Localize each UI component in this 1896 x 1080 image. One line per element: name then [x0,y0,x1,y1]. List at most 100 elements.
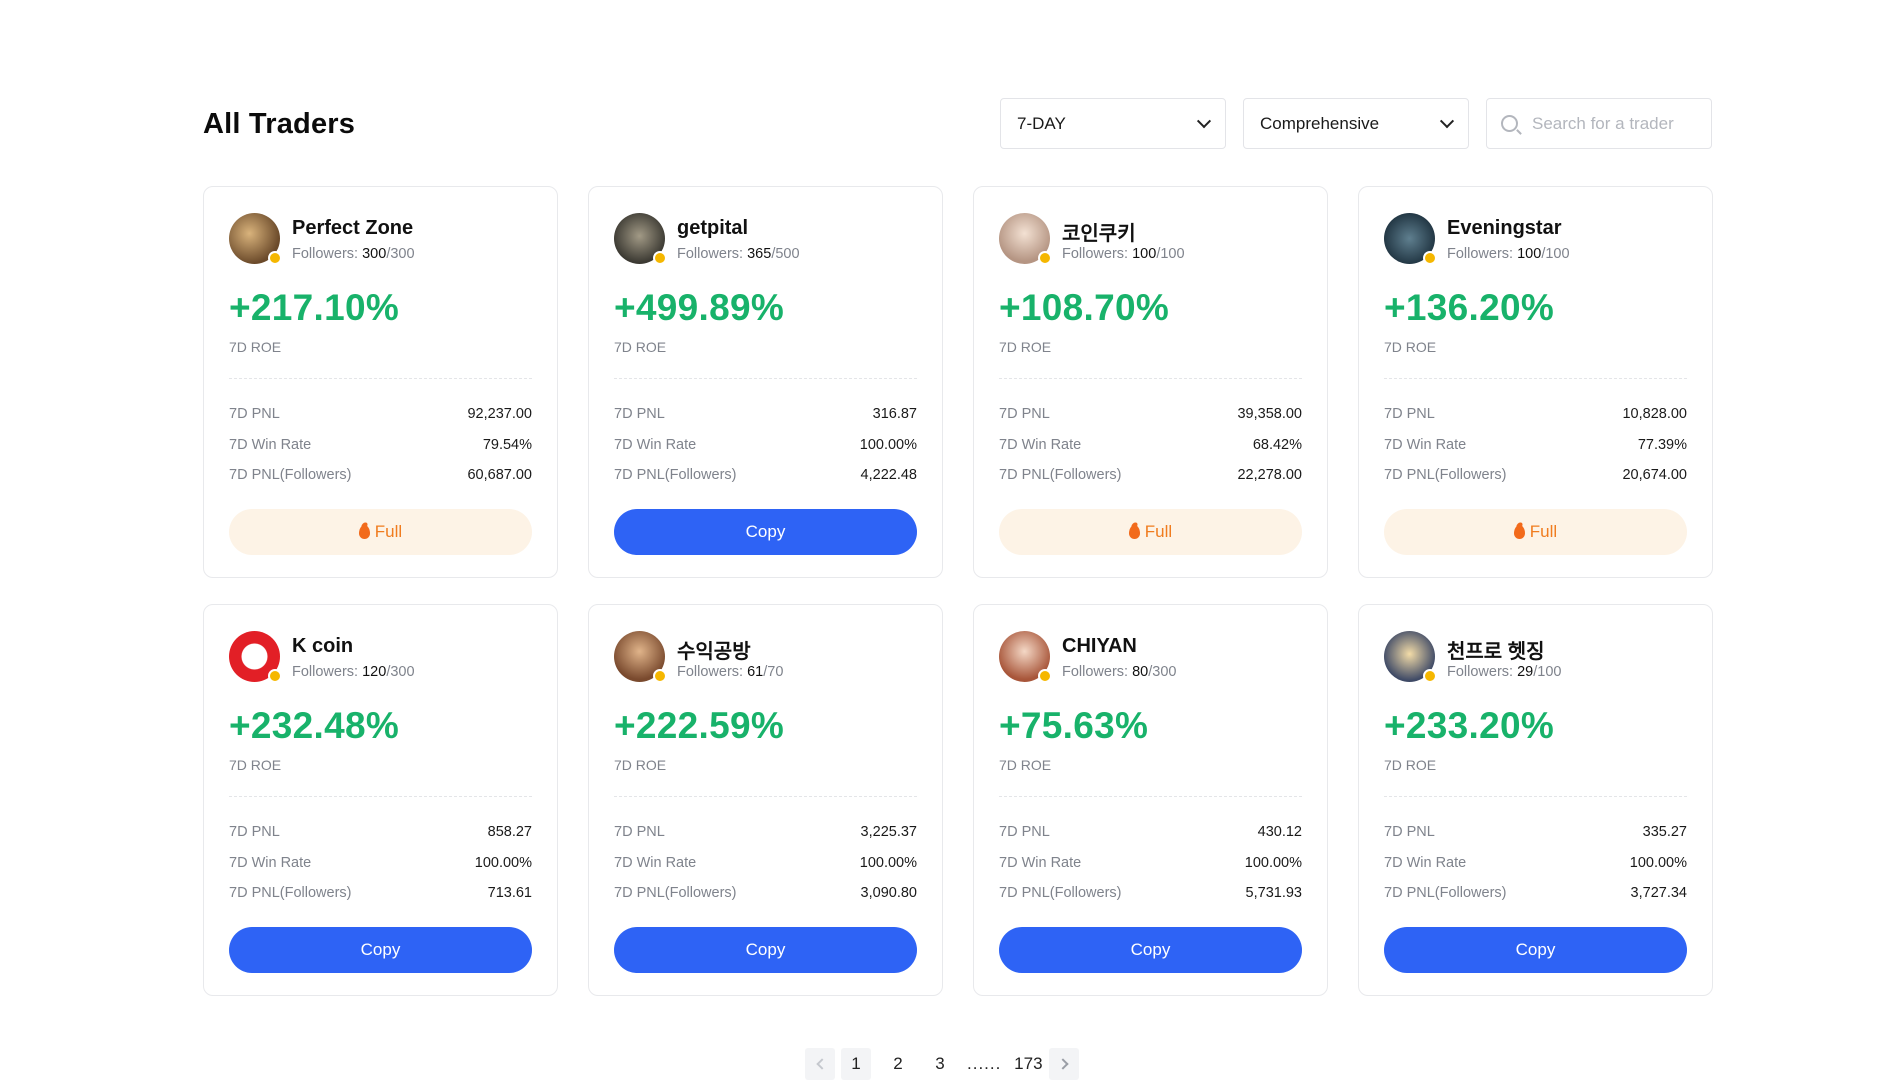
stats-list: 7D PNL 10,828.00 7D Win Rate 77.39% 7D PNL… [1384,399,1687,491]
page-last-button[interactable]: 173 [1013,1048,1043,1080]
followers-label: Followers: [1062,246,1133,262]
stat-label: 7D PNL [614,824,665,841]
stat-label: 7D PNL [614,406,665,423]
trader-card[interactable]: getpital Followers: 365/500 +499.89% 7D … [588,186,943,578]
search-input[interactable]: Search for a trader [1486,98,1712,149]
stat-label: 7D PNL(Followers) [1384,467,1507,484]
period-select-value: 7-DAY [1017,113,1066,133]
header: All Traders 7-DAY Comprehensive Search f… [203,98,1712,150]
avatar[interactable] [614,631,667,683]
avatar[interactable] [999,631,1052,683]
roe-value: +136.20% [1384,287,1555,328]
pagination-ellipsis: ...... [967,1054,1002,1073]
trader-card[interactable]: Perfect Zone Followers: 300/300 +217.10%… [203,186,558,578]
followers-current: 29 [1517,664,1534,680]
roe-value: +233.20% [1384,705,1555,746]
trader-card[interactable]: K coin Followers: 120/300 +232.48% 7D RO… [203,604,558,996]
copy-button[interactable]: Copy [1384,927,1687,973]
avatar[interactable] [229,631,282,683]
copy-button[interactable]: Copy [614,927,917,973]
copy-button[interactable]: Copy [614,509,917,555]
stat-row-pnl: 7D PNL 10,828.00 [1384,399,1687,430]
flame-icon [1128,525,1140,539]
period-select[interactable]: 7-DAY [1000,98,1226,149]
stat-row-pnl-followers: 7D PNL(Followers) 3,090.80 [614,878,917,909]
trader-card[interactable]: CHIYAN Followers: 80/300 +75.63% 7D ROE … [973,604,1328,996]
prev-page-button[interactable] [805,1048,835,1080]
followers-label: Followers: [1062,664,1133,680]
followers-count: Followers: 300/300 [292,246,415,262]
followers-current: 100 [1132,246,1157,262]
copy-button[interactable]: Copy [999,927,1302,973]
trader-name[interactable]: Eveningstar [1447,217,1561,240]
stat-label: 7D Win Rate [229,854,312,871]
stat-label: 7D Win Rate [229,436,312,453]
followers-count: Followers: 365/500 [677,246,800,262]
trader-name[interactable]: K coin [292,635,353,658]
page-title: All Traders [203,108,356,140]
trader-name[interactable]: getpital [677,217,748,240]
full-button[interactable]: Full [999,509,1302,555]
trader-name[interactable]: 코인쿠키 [1062,217,1136,246]
stat-label: 7D PNL(Followers) [1384,885,1507,902]
stat-row-win-rate: 7D Win Rate 100.00% [229,848,532,879]
trader-card[interactable]: 수익공방 Followers: 61/70 +222.59% 7D ROE 7D… [588,604,943,996]
roe-label: 7D ROE [614,339,667,355]
stat-row-win-rate: 7D Win Rate 100.00% [1384,848,1687,879]
followers-current: 61 [747,664,764,680]
roe-value: +232.48% [229,705,400,746]
roe-label: 7D ROE [229,339,282,355]
stat-row-pnl: 7D PNL 316.87 [614,399,917,430]
stat-row-pnl: 7D PNL 3,225.37 [614,817,917,848]
flame-icon [358,525,370,539]
stat-row-pnl-followers: 7D PNL(Followers) 5,731.93 [999,878,1302,909]
stat-label: 7D PNL [999,406,1050,423]
stat-value: 79.54% [482,436,532,453]
full-button[interactable]: Full [229,509,532,555]
followers-current: 365 [747,246,772,262]
trader-name[interactable]: Perfect Zone [292,217,413,240]
stat-value: 3,225.37 [860,824,917,841]
trader-name[interactable]: 천프로 헷징 [1447,635,1545,664]
followers-max: /100 [1533,664,1562,680]
followers-max: /500 [771,246,800,262]
sort-select[interactable]: Comprehensive [1243,98,1469,149]
stat-label: 7D PNL [1384,824,1435,841]
flame-icon [1513,525,1525,539]
stat-row-pnl: 7D PNL 92,237.00 [229,399,532,430]
page-1-button[interactable]: 1 [841,1048,871,1080]
followers-max: /100 [1541,246,1570,262]
divider [1384,378,1687,379]
stat-row-win-rate: 7D Win Rate 79.54% [229,430,532,461]
stat-row-pnl-followers: 7D PNL(Followers) 60,687.00 [229,460,532,491]
stat-label: 7D Win Rate [999,436,1082,453]
avatar[interactable] [229,213,282,265]
filter-controls: 7-DAY Comprehensive Search for a trader [1000,98,1712,149]
avatar[interactable] [1384,213,1437,265]
page-3-button[interactable]: 3 [925,1048,955,1080]
stat-label: 7D Win Rate [614,436,697,453]
stat-row-pnl: 7D PNL 39,358.00 [999,399,1302,430]
stats-list: 7D PNL 92,237.00 7D Win Rate 79.54% 7D PNL… [229,399,532,491]
trader-name[interactable]: CHIYAN [1062,635,1137,658]
trader-card[interactable]: 천프로 헷징 Followers: 29/100 +233.20% 7D ROE… [1358,604,1713,996]
page-2-button[interactable]: 2 [883,1048,913,1080]
trader-card[interactable]: 코인쿠키 Followers: 100/100 +108.70% 7D ROE … [973,186,1328,578]
next-page-button[interactable] [1049,1048,1080,1080]
roe-value: +217.10% [229,287,400,328]
trader-name[interactable]: 수익공방 [677,635,751,664]
roe-label: 7D ROE [999,339,1052,355]
chevron-down-icon [1196,113,1212,128]
stat-value: 100.00% [859,854,917,871]
followers-label: Followers: [677,246,748,262]
avatar[interactable] [1384,631,1437,683]
avatar[interactable] [999,213,1052,265]
full-button[interactable]: Full [1384,509,1687,555]
stat-row-win-rate: 7D Win Rate 100.00% [999,848,1302,879]
trader-card[interactable]: Eveningstar Followers: 100/100 +136.20% … [1358,186,1713,578]
stat-value: 3,090.80 [860,885,917,902]
stat-label: 7D PNL(Followers) [229,885,352,902]
copy-button[interactable]: Copy [229,927,532,973]
avatar[interactable] [614,213,667,265]
stat-label: 7D Win Rate [614,854,697,871]
